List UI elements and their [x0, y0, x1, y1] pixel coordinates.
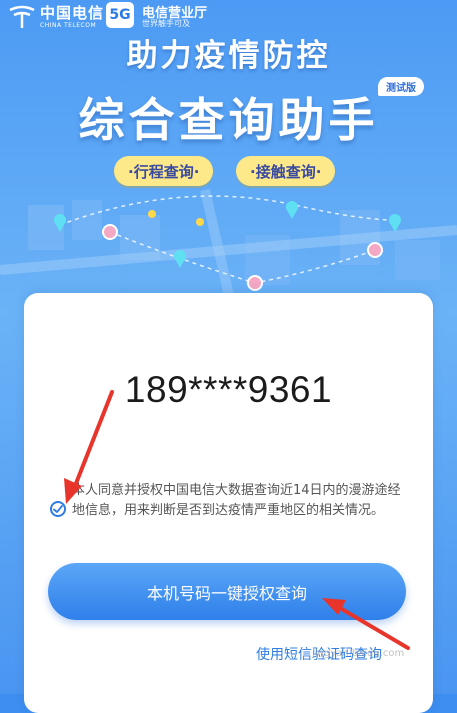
5g-badge: 5G	[106, 2, 134, 28]
consent-checkbox[interactable]	[50, 501, 66, 517]
page-title-line1: 助力疫情防控	[126, 38, 331, 74]
checkmark-icon	[53, 505, 63, 513]
china-telecom-logo-icon	[9, 5, 35, 28]
map-pin-2	[174, 250, 186, 268]
tab-itinerary-query[interactable]: ·行程查询·	[114, 156, 214, 186]
watermark: jingyan.baidu.com	[312, 648, 405, 659]
hall-slogan: 世界触手可及	[142, 19, 190, 28]
beta-tag: 测试版	[378, 77, 424, 96]
tab-contact-query[interactable]: ·接触查询·	[236, 156, 336, 186]
phone-number: 189****9361	[124, 369, 333, 410]
map-pin-4	[389, 214, 401, 232]
carrier-name: 中国电信	[40, 4, 105, 22]
one-click-auth-button[interactable]: 本机号码一键授权查询	[48, 563, 406, 620]
carrier-en-name: CHINA TELECOM	[40, 22, 97, 29]
map-pin-3	[286, 201, 298, 219]
consent-text: 本人同意并授权中国电信大数据查询近14日内的漫游途经地信息，用来判断是否到达疫情…	[72, 483, 401, 518]
